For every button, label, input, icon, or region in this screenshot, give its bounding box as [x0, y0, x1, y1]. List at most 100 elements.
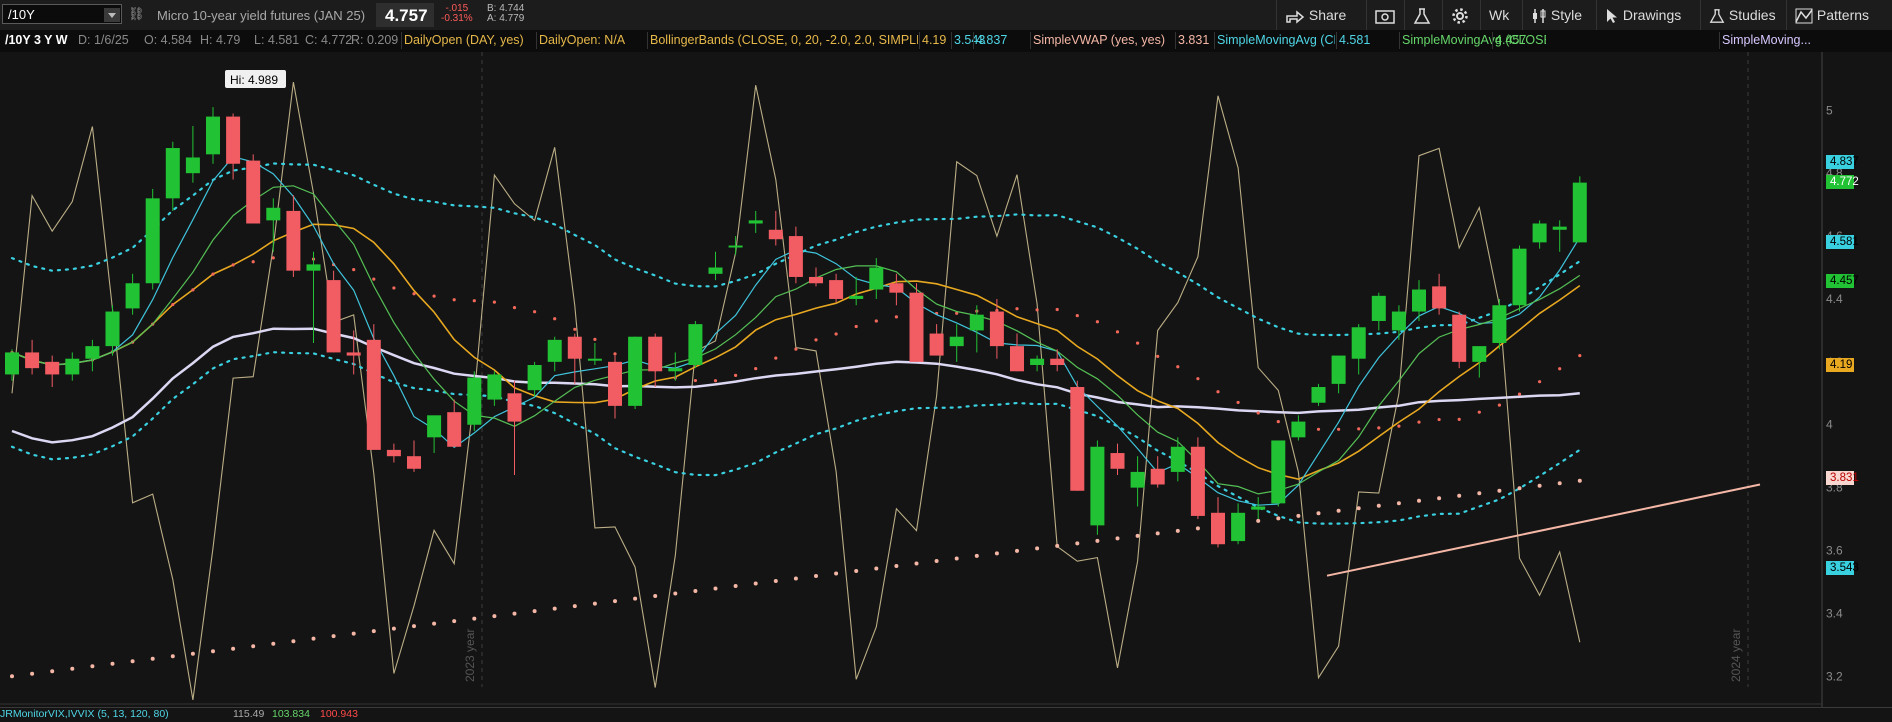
vwap-dot: [452, 619, 457, 624]
candle-body: [306, 264, 321, 271]
style-button[interactable]: Style: [1522, 0, 1596, 30]
vwap-dot: [70, 666, 75, 671]
candle-body: [487, 374, 502, 400]
vwap-dot: [874, 566, 879, 571]
vwap-dot: [854, 568, 859, 573]
camera-icon: [1375, 10, 1395, 25]
interval-button[interactable]: Wk: [1480, 0, 1522, 30]
vwap-dot: [834, 571, 839, 576]
bollinger-mid-dot: [593, 337, 597, 341]
flask-icon: [1709, 9, 1725, 24]
study-label[interactable]: SimpleVWAP (yes, yes): [1030, 32, 1168, 49]
candle-body: [286, 210, 301, 271]
vwap-dot: [1296, 513, 1301, 518]
candle-body: [407, 456, 421, 469]
bollinger-mid-dot: [171, 302, 175, 307]
vwap-dot: [753, 581, 758, 586]
bollinger-mid-dot: [1437, 417, 1441, 422]
candle-body: [909, 292, 924, 362]
vwap-dot: [934, 558, 939, 563]
vwap-dot: [1457, 493, 1462, 498]
candle-body: [587, 358, 602, 361]
bollinger-mid-dot: [874, 319, 878, 323]
vwap-dot: [954, 556, 959, 561]
price-chart[interactable]: 3.23.43.63.844.24.44.64.852023 year2024 …: [0, 52, 1892, 707]
study-label[interactable]: DailyOpen (DAY, yes): [401, 32, 536, 49]
bollinger-mid-dot: [1115, 330, 1120, 334]
snapshot-button[interactable]: [1366, 0, 1404, 30]
bollinger-mid-dot: [352, 268, 356, 272]
bollinger-mid-dot: [1397, 424, 1401, 428]
price-axis-label: 4.837: [1826, 154, 1859, 169]
vwap-dot: [331, 634, 336, 639]
candle-body: [206, 116, 220, 155]
share-button[interactable]: Share: [1276, 0, 1366, 30]
candle-body: [788, 236, 803, 277]
study-label[interactable]: BollingerBands (CLOSE, 0, 20, -2.0, 2.0,…: [647, 32, 918, 49]
study-label[interactable]: SimpleMoving...: [1719, 32, 1822, 49]
candle-body: [1190, 446, 1205, 516]
study-label[interactable]: 4.581: [1336, 32, 1399, 49]
bollinger-mid-dot: [533, 310, 537, 314]
vwap-dot: [1035, 546, 1040, 551]
candle-body: [1331, 355, 1346, 384]
drawings-button[interactable]: Drawings: [1596, 0, 1700, 30]
candle-body: [1231, 512, 1246, 542]
vwap-dot: [412, 624, 416, 629]
price-axis-label: 4.772: [1826, 174, 1859, 189]
candle-body: [427, 415, 442, 438]
candle-body: [1371, 295, 1386, 321]
candle-body: [1130, 471, 1145, 488]
study-label[interactable]: 3.831: [1175, 32, 1219, 49]
vwap-dot: [653, 594, 658, 599]
chevron-down-icon[interactable]: [104, 8, 120, 22]
symbol-input[interactable]: /10Y: [2, 4, 122, 24]
vwap-dot: [1135, 533, 1140, 538]
settings-button[interactable]: [1442, 0, 1480, 30]
candle-body: [1150, 468, 1165, 485]
candle-body: [1211, 512, 1225, 545]
vwap-dot: [492, 614, 497, 619]
candle-body: [949, 336, 964, 347]
vwap-dot: [1316, 511, 1321, 516]
candle-body: [869, 267, 884, 290]
vwap-dot: [773, 579, 778, 584]
bollinger-mid-dot: [1538, 380, 1542, 384]
style-label: Style: [1550, 7, 1583, 23]
vwap-dot: [532, 609, 537, 614]
candle-body: [366, 339, 381, 450]
bollinger-mid-dot: [211, 272, 215, 276]
study-label[interactable]: DailyOpen: N/A: [536, 32, 646, 49]
bollinger-mid-dot: [1196, 377, 1200, 381]
vwap-dot: [914, 561, 919, 566]
flask-button[interactable]: [1404, 0, 1442, 30]
bollinger-mid-dot: [1316, 427, 1321, 431]
lower-study-value-1: 115.49: [233, 708, 265, 720]
candle-body: [1472, 346, 1487, 362]
bollinger-mid-dot: [251, 260, 255, 264]
study-label[interactable]: SimpleMovingAvg (CLOSE, 5, 0, no): [1214, 32, 1335, 49]
candle-body: [728, 245, 743, 248]
ask-price: A: 4.779: [487, 13, 525, 24]
vwap-dot: [130, 659, 135, 664]
candle-body: [1050, 358, 1065, 365]
bar-date: D: 1/6/25: [78, 33, 129, 47]
bollinger-mid-dot: [1156, 354, 1160, 358]
price-tick-label: 4.4: [1826, 292, 1843, 306]
patterns-button[interactable]: Patterns: [1786, 0, 1892, 30]
vwap-dot: [271, 641, 276, 646]
studies-button[interactable]: Studies: [1700, 0, 1786, 30]
bollinger-mid-dot: [271, 256, 275, 260]
price-axis-label: 4.581: [1826, 235, 1859, 250]
bollinger-mid-dot: [1337, 427, 1341, 431]
vwap-dot: [251, 644, 256, 649]
link-icon[interactable]: ⛓: [128, 6, 145, 22]
study-label[interactable]: 4.457: [1492, 32, 1548, 49]
study-label[interactable]: 4.837: [973, 32, 1019, 49]
candle-body: [507, 393, 522, 422]
chart-background: [0, 52, 1822, 707]
bar-low: L: 4.581: [254, 33, 300, 47]
vwap-dot: [110, 661, 115, 666]
bollinger-mid-dot: [754, 367, 758, 371]
candle-body: [1532, 223, 1547, 243]
